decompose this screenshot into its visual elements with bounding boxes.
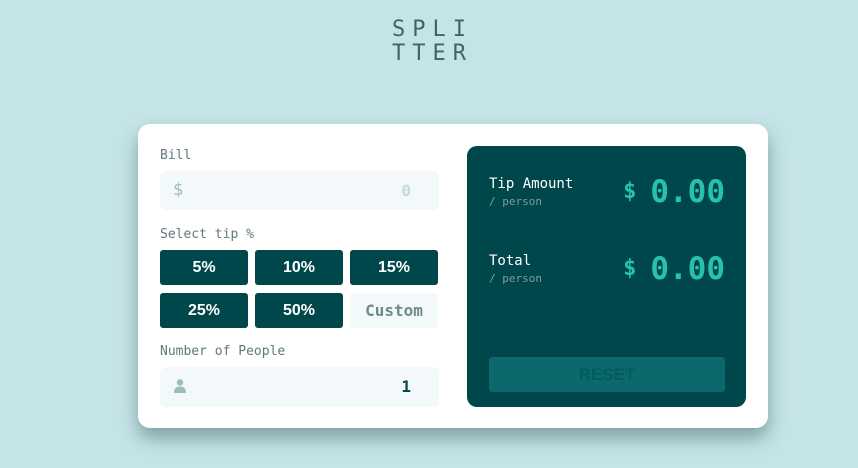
tip-amount-value: 0.00 (650, 174, 725, 210)
bill-label: Bill (160, 148, 192, 163)
total-value: 0.00 (650, 251, 725, 287)
custom-tip-input[interactable]: Custom (350, 293, 438, 328)
logo-line-1: SPLI (392, 17, 473, 42)
tip-button-50[interactable]: 50% (255, 293, 343, 328)
tip-currency: $ (623, 179, 637, 204)
tip-label: Select tip % (160, 227, 254, 242)
tip-button-15[interactable]: 15% (350, 250, 438, 285)
total-label: Total (489, 253, 532, 269)
results-panel: Tip Amount / person $0.00 Total / person… (467, 146, 746, 407)
total-sublabel: / person (489, 272, 542, 285)
people-value: 1 (401, 377, 411, 396)
tip-button-5[interactable]: 5% (160, 250, 248, 285)
dollar-icon: $ (173, 180, 184, 200)
tip-button-10[interactable]: 10% (255, 250, 343, 285)
tip-amount-sublabel: / person (489, 195, 542, 208)
people-input[interactable]: 1 (160, 367, 439, 407)
bill-input[interactable]: $ 0 (160, 171, 439, 210)
people-label: Number of People (160, 344, 286, 359)
logo-line-2: TTER (392, 41, 473, 66)
person-icon (174, 379, 186, 393)
tip-button-25[interactable]: 25% (160, 293, 248, 328)
app-logo: SPLI TTER (0, 18, 858, 66)
tip-amount-display: $0.00 (623, 174, 725, 210)
total-currency: $ (623, 256, 637, 281)
tip-amount-label: Tip Amount (489, 176, 574, 192)
total-display: $0.00 (623, 251, 725, 287)
bill-value: 0 (401, 181, 411, 200)
reset-button[interactable]: RESET (489, 357, 725, 392)
calculator-card: Bill $ 0 Select tip % 5% 10% 15% 25% 50%… (138, 124, 768, 428)
